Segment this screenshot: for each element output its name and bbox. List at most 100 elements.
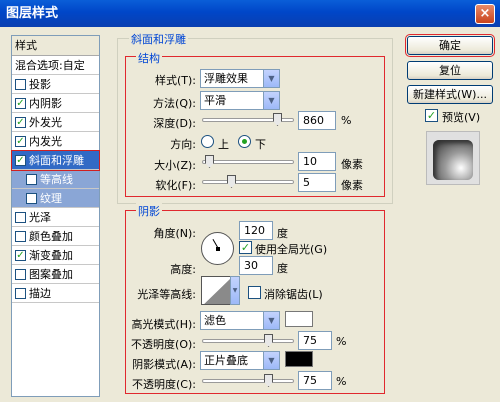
style-item-label: 外发光 [29, 115, 62, 129]
altitude-input[interactable]: 30 [239, 256, 273, 275]
chevron-down-icon: ▼ [263, 70, 279, 87]
style-item-label: 纹理 [40, 191, 62, 205]
angle-center-dot [216, 247, 220, 251]
bevel-style-select[interactable]: 浮雕效果 ▼ [200, 69, 280, 88]
size-unit: 像素 [341, 158, 363, 171]
style-item[interactable]: ✓ 外发光 [12, 113, 99, 132]
style-item[interactable]: ✓ 内阴影 [12, 94, 99, 113]
shadow-opacity-thumb[interactable] [264, 374, 273, 387]
technique-label: 方法(Q): [153, 97, 196, 110]
depth-slider[interactable] [202, 113, 294, 127]
close-button[interactable]: × [475, 4, 495, 24]
altitude-unit: 度 [277, 262, 288, 275]
highlight-mode-select[interactable]: 滤色 ▼ [200, 311, 280, 330]
highlight-opacity-slider[interactable] [202, 334, 294, 348]
size-slider[interactable] [202, 155, 294, 169]
style-item-checkbox[interactable] [15, 287, 26, 299]
style-item-label: 颜色叠加 [29, 229, 73, 243]
style-item-checkbox[interactable] [26, 173, 37, 185]
style-item-checkbox[interactable] [15, 78, 26, 90]
technique-value: 平滑 [204, 94, 226, 107]
reset-button[interactable]: 复位 [407, 61, 493, 80]
style-item[interactable]: 等高线 [12, 170, 99, 189]
highlight-opacity-input[interactable]: 75 [298, 331, 332, 350]
direction-down-label: 下 [255, 138, 266, 151]
depth-input[interactable]: 860 [298, 111, 336, 130]
highlight-opacity-label: 不透明度(O): [131, 338, 196, 351]
gloss-contour-dropdown[interactable]: ▼ [230, 276, 240, 305]
highlight-opacity-thumb[interactable] [264, 334, 273, 347]
style-item-label: 投影 [29, 77, 51, 91]
shadow-mode-value: 正片叠底 [204, 354, 248, 367]
style-item[interactable]: 图案叠加 [12, 265, 99, 284]
style-label: 样式(T): [154, 74, 196, 87]
shading-title: 阴影 [136, 203, 162, 219]
preview-swatch [433, 140, 473, 180]
style-item[interactable]: 纹理 [12, 189, 99, 208]
shadow-opacity-slider[interactable] [202, 374, 294, 388]
ok-button[interactable]: 确定 [405, 34, 495, 57]
size-slider-thumb[interactable] [205, 155, 214, 168]
highlight-mode-value: 滤色 [204, 314, 226, 327]
style-item-label: 内发光 [29, 134, 62, 148]
preview-checkbox[interactable]: ✓ [425, 109, 438, 122]
structure-title: 结构 [136, 50, 162, 66]
contour-curve-icon [202, 277, 230, 304]
gloss-contour-picker[interactable] [201, 276, 231, 305]
new-style-button[interactable]: 新建样式(W)... [407, 85, 493, 104]
technique-select[interactable]: 平滑 ▼ [200, 91, 280, 110]
global-light-label: 使用全局光(G) [255, 243, 328, 256]
style-item[interactable]: ✓ 内发光 [12, 132, 99, 151]
highlight-opacity-unit: % [336, 335, 347, 348]
style-item[interactable]: 描边 [12, 284, 99, 303]
style-item-checkbox[interactable]: ✓ [15, 154, 26, 166]
size-input[interactable]: 10 [298, 152, 336, 171]
soften-label: 软化(F): [155, 179, 196, 192]
global-light-checkbox[interactable]: ✓ [239, 241, 252, 254]
depth-unit: % [341, 114, 352, 127]
shadow-opacity-label: 不透明度(C): [132, 378, 196, 391]
style-item-checkbox[interactable]: ✓ [15, 116, 26, 128]
anti-alias-checkbox[interactable] [248, 286, 261, 299]
angle-input[interactable]: 120 [239, 221, 273, 240]
soften-slider[interactable] [202, 175, 294, 189]
size-label: 大小(Z): [154, 159, 196, 172]
direction-down-radio[interactable] [238, 135, 251, 148]
style-preview-thumbnail [426, 131, 480, 185]
shadow-mode-select[interactable]: 正片叠底 ▼ [200, 351, 280, 370]
direction-up-label: 上 [218, 138, 229, 151]
soften-slider-thumb[interactable] [227, 175, 236, 188]
style-item-checkbox[interactable]: ✓ [15, 135, 26, 147]
chevron-down-icon: ▼ [263, 92, 279, 109]
style-item-label: 内阴影 [29, 96, 62, 110]
style-item-checkbox[interactable] [15, 268, 26, 280]
depth-slider-thumb[interactable] [273, 113, 282, 126]
blend-options-item[interactable]: 混合选项:自定 [12, 56, 99, 75]
style-item-checkbox[interactable] [15, 211, 26, 223]
style-item[interactable]: ✓ 斜面和浮雕 [11, 150, 100, 171]
gloss-contour-label: 光泽等高线: [137, 288, 196, 301]
title-bar: 图层样式 × [0, 0, 500, 27]
style-item-checkbox[interactable]: ✓ [15, 249, 26, 261]
anti-alias-label: 消除锯齿(L) [264, 288, 323, 301]
style-item-checkbox[interactable] [15, 230, 26, 242]
shadow-opacity-unit: % [336, 375, 347, 388]
style-item-checkbox[interactable] [26, 192, 37, 204]
shadow-color-swatch[interactable] [285, 351, 313, 367]
style-item-label: 斜面和浮雕 [29, 153, 84, 167]
style-list-header[interactable]: 样式 [12, 36, 99, 56]
altitude-label: 高度: [170, 263, 196, 276]
depth-label: 深度(D): [153, 117, 196, 130]
angle-dial[interactable] [201, 232, 234, 265]
style-item[interactable]: 投影 [12, 75, 99, 94]
style-item[interactable]: 光泽 [12, 208, 99, 227]
chevron-down-icon: ▼ [263, 352, 279, 369]
soften-input[interactable]: 5 [298, 173, 336, 192]
direction-up-radio[interactable] [201, 135, 214, 148]
highlight-color-swatch[interactable] [285, 311, 313, 327]
style-item[interactable]: 颜色叠加 [12, 227, 99, 246]
style-item-checkbox[interactable]: ✓ [15, 97, 26, 109]
shadow-opacity-input[interactable]: 75 [298, 371, 332, 390]
style-item[interactable]: ✓ 渐变叠加 [12, 246, 99, 265]
bevel-title: 斜面和浮雕 [129, 31, 188, 47]
